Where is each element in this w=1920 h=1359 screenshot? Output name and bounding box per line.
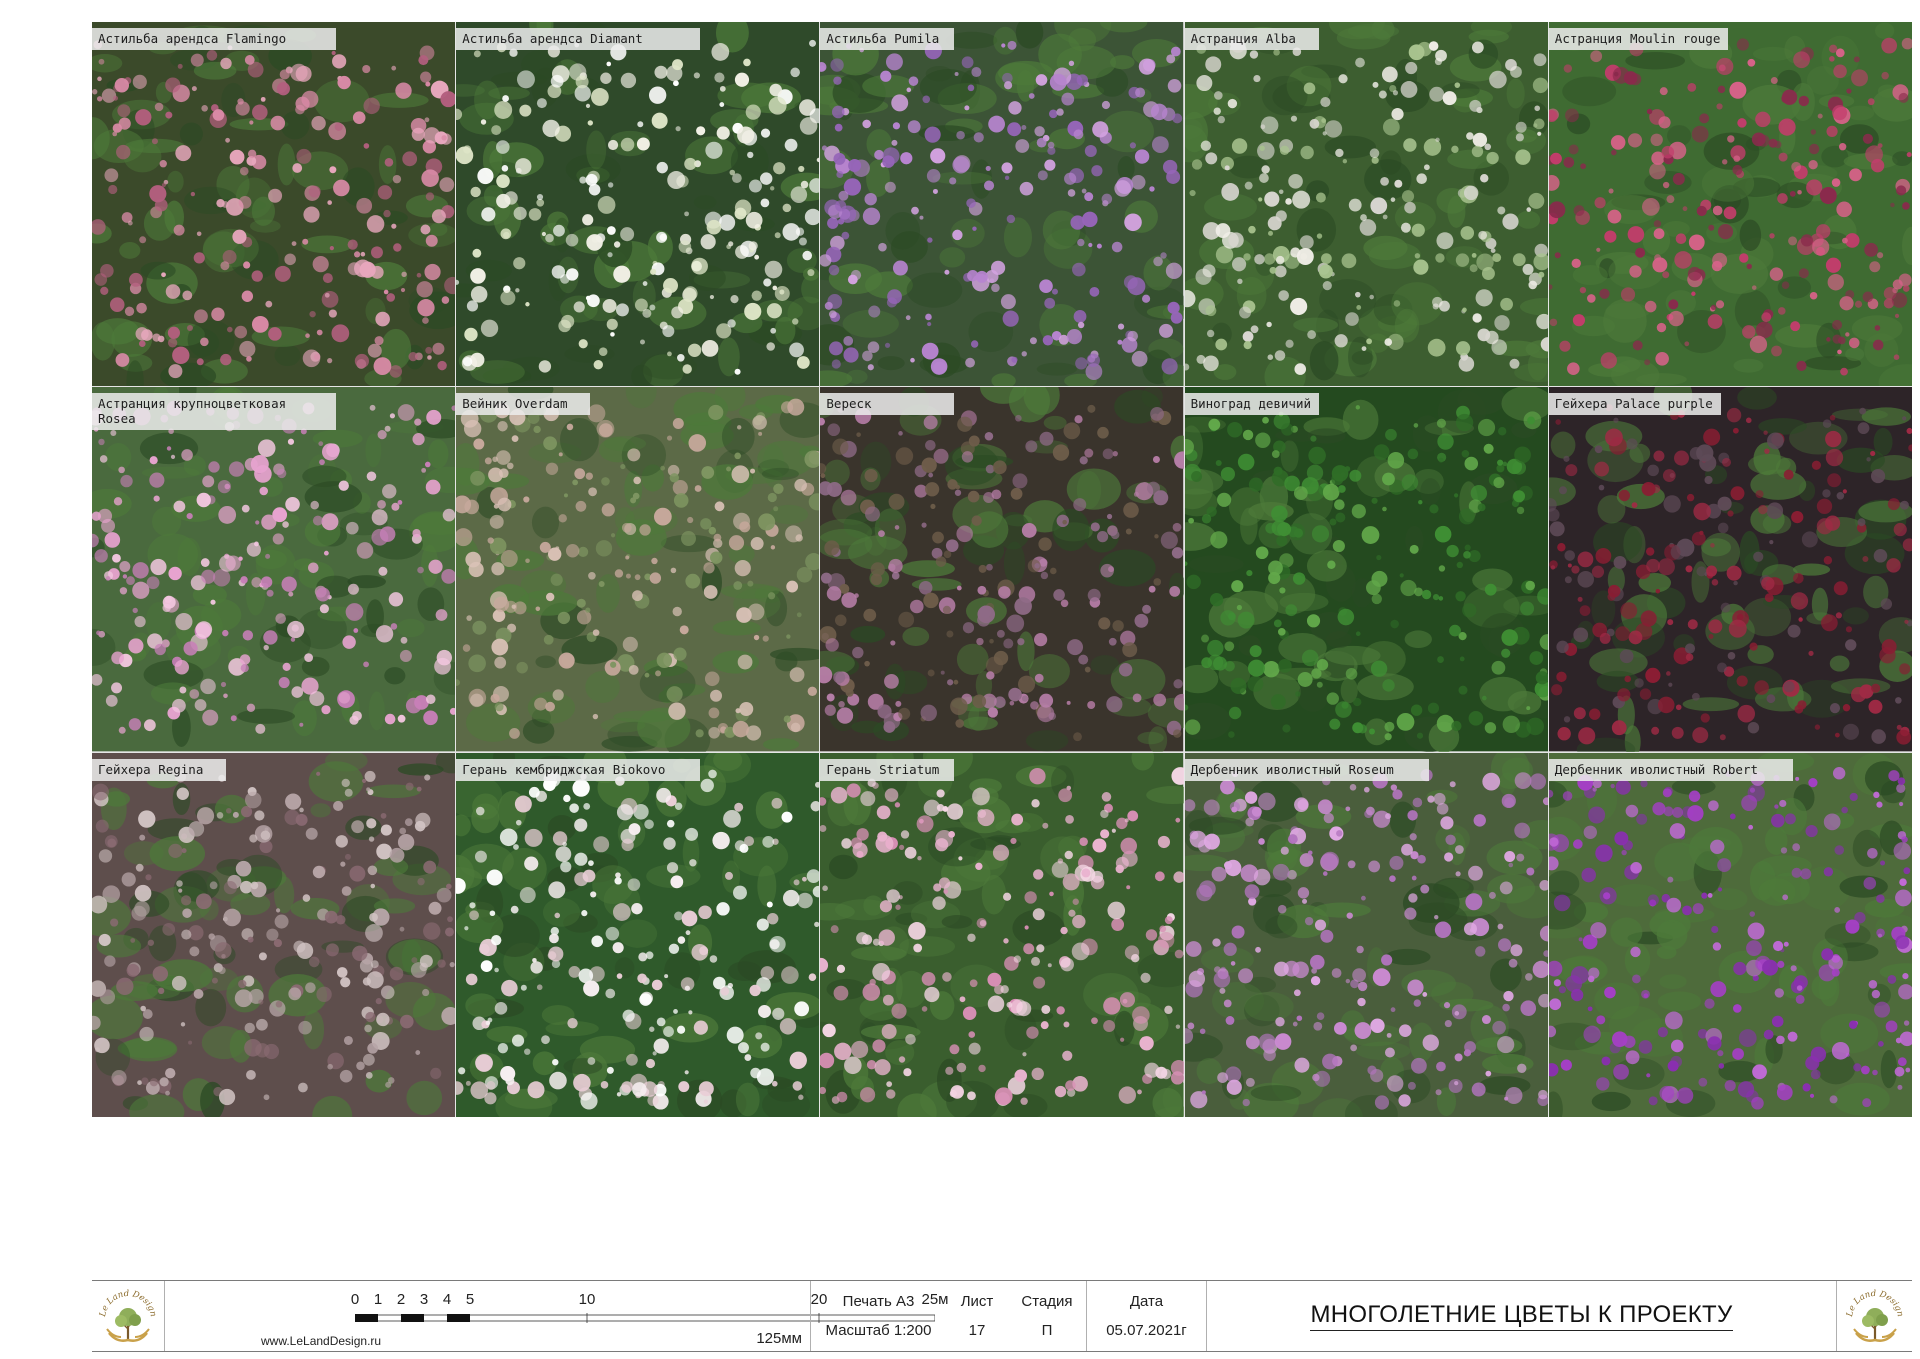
plant-photo xyxy=(456,752,820,1117)
plant-photo-grid: Астильба арендса Flamingo Астильба арендс… xyxy=(92,22,1912,1117)
plant-name-label: Вейник Overdam xyxy=(456,393,591,416)
stage-cell: Стадия П xyxy=(1008,1281,1086,1351)
plant-name-label: Астильба арендса Diamant xyxy=(456,28,701,50)
scale-length-mm: 125мм xyxy=(756,1330,802,1347)
plant-photo xyxy=(1184,752,1548,1117)
plant-photo xyxy=(92,387,456,752)
plant-name-label: Виноград девичий xyxy=(1184,393,1320,416)
plant-photo-tile: Вереск xyxy=(820,387,1184,752)
plant-photo-tile: Герань Striatum xyxy=(820,752,1184,1117)
sheet-title-cell: МНОГОЛЕТНИЕ ЦВЕТЫ К ПРОЕКТУ xyxy=(1206,1281,1836,1351)
plant-photo-tile: Герань кембриджская Biokovo xyxy=(456,752,820,1117)
plant-photo xyxy=(1548,387,1912,752)
plant-name-label: Вереск xyxy=(820,393,955,416)
drawing-sheet: Астильба арендса Flamingo Астильба арендс… xyxy=(0,0,1920,1359)
drawing-scale: Масштаб 1:200 xyxy=(825,1322,932,1339)
plant-name-label: Герань Striatum xyxy=(820,758,955,781)
print-format: Печать А3 xyxy=(842,1293,915,1310)
plant-photo-tile: Виноград девичий xyxy=(1184,387,1548,752)
tree-logo-icon: Le Land Design xyxy=(1844,1289,1904,1342)
print-format-cell: Печать А3 Масштаб 1:200 xyxy=(810,1281,946,1351)
plant-name-label: Гейхера Palace purple xyxy=(1548,393,1721,416)
plant-photo xyxy=(820,752,1184,1117)
plant-photo-tile: Астильба арендса Flamingo xyxy=(92,22,456,387)
scale-tick-label: 0 xyxy=(350,1291,360,1308)
plant-photo-tile: Дербенник иволистный Robert xyxy=(1548,752,1912,1117)
plant-photo xyxy=(92,752,456,1117)
plant-photo xyxy=(1184,22,1548,387)
sheet-number-cell: Лист 17 xyxy=(946,1281,1008,1351)
date-value: 05.07.2021г xyxy=(1106,1322,1187,1339)
plant-name-label: Астильба арендса Flamingo xyxy=(92,28,336,50)
plant-photo-tile: Дербенник иволистный Roseum xyxy=(1184,752,1548,1117)
sheet-header: Лист xyxy=(960,1293,994,1310)
scale-bar-block: 0 1 2 3 4 5 10 20 25м www.LeLandDesign.ru 125мм xyxy=(164,1281,949,1351)
scale-tick-label: 3 xyxy=(419,1291,429,1308)
date-cell: Дата 05.07.2021г xyxy=(1086,1281,1206,1351)
plant-name-label: Астранция Alba xyxy=(1184,28,1319,50)
plant-photo xyxy=(820,22,1184,387)
scale-tick-label: 4 xyxy=(442,1291,452,1308)
stage-value: П xyxy=(1041,1322,1053,1339)
scale-tick-label: 1 xyxy=(373,1291,383,1308)
title-block: Le Land Design 0 1 2 3 4 5 10 20 25м www… xyxy=(92,1280,1912,1352)
plant-photo-tile: Астранция крупноцветковая Rosea xyxy=(92,387,456,752)
plant-photo xyxy=(1184,387,1548,752)
stage-header: Стадия xyxy=(1021,1293,1073,1310)
scale-tick-label: 10 xyxy=(578,1291,596,1308)
scale-tick-label: 2 xyxy=(396,1291,406,1308)
plant-photo xyxy=(820,387,1184,752)
plant-photo xyxy=(456,22,820,387)
plant-photo xyxy=(1548,752,1912,1117)
plant-photo xyxy=(92,22,456,387)
scale-tick-label: 5 xyxy=(465,1291,475,1308)
plant-name-label: Астранция Moulin rouge xyxy=(1548,28,1729,50)
website-url: www.LeLandDesign.ru xyxy=(261,1334,382,1348)
plant-name-label: Астильба Pumila xyxy=(820,28,955,50)
plant-name-label: Дербенник иволистный Roseum xyxy=(1184,758,1429,781)
plant-photo-tile: Астранция Moulin rouge xyxy=(1548,22,1912,387)
plant-name-label: Астранция крупноцветковая Rosea xyxy=(92,393,336,431)
plant-photo-tile: Астранция Alba xyxy=(1184,22,1548,387)
sheet-number: 17 xyxy=(968,1322,986,1339)
plant-photo-tile: Вейник Overdam xyxy=(456,387,820,752)
plant-photo-tile: Астильба Pumila xyxy=(820,22,1184,387)
plant-name-label: Гейхера Regina xyxy=(92,758,226,781)
scale-tick-labels: 0 1 2 3 4 5 10 20 25м xyxy=(165,1291,949,1309)
date-header: Дата xyxy=(1129,1293,1164,1310)
company-logo-right: Le Land Design xyxy=(1836,1281,1912,1351)
plant-photo xyxy=(1548,22,1912,387)
plant-photo-tile: Астильба арендса Diamant xyxy=(456,22,820,387)
plant-name-label: Герань кембриджская Biokovo xyxy=(456,758,701,781)
plant-photo xyxy=(456,387,820,752)
sheet-title: МНОГОЛЕТНИЕ ЦВЕТЫ К ПРОЕКТУ xyxy=(1310,1301,1733,1331)
company-logo-left: Le Land Design xyxy=(92,1281,164,1351)
plant-photo-tile: Гейхера Regina xyxy=(92,752,456,1117)
tree-logo-icon: Le Land Design xyxy=(98,1289,158,1342)
plant-name-label: Дербенник иволистный Robert xyxy=(1548,758,1793,781)
plant-photo-tile: Гейхера Palace purple xyxy=(1548,387,1912,752)
